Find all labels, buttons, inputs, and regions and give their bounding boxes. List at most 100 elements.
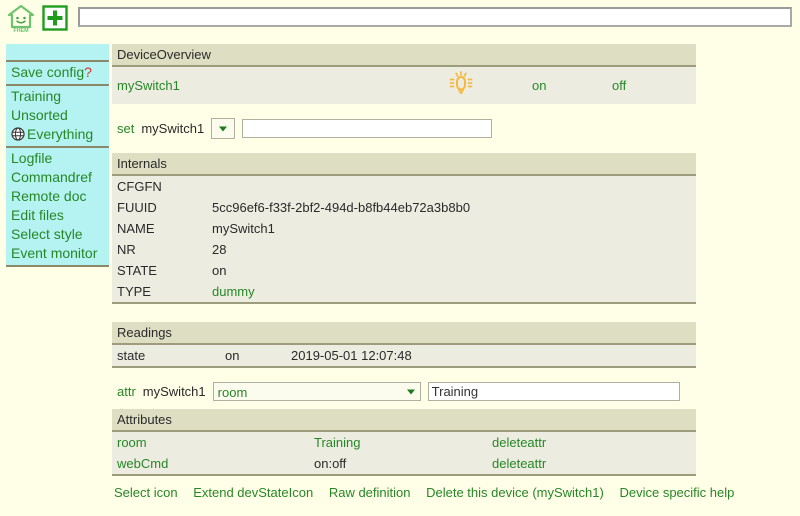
sidebar-item-label: Everything xyxy=(27,126,94,142)
delete-device-link[interactable]: Delete this device (mySwitch1) xyxy=(426,485,604,500)
light-bulb-on-icon[interactable] xyxy=(447,71,475,100)
fhem-logo-caption: FHEM xyxy=(13,28,29,33)
internals-type-link[interactable]: dummy xyxy=(212,284,255,299)
set-command-line: set mySwitch1 xyxy=(112,118,696,139)
webcmd-on-button[interactable]: on xyxy=(532,78,546,93)
attr-value-input[interactable] xyxy=(427,382,680,401)
internals-key: STATE xyxy=(112,260,207,281)
sidebar-item-event-monitor[interactable]: Event monitor xyxy=(6,244,109,263)
reading-value: on xyxy=(220,344,286,367)
fhem-house-smiley-icon: FHEM xyxy=(7,4,35,34)
attributes-header-row: Attributes xyxy=(112,409,697,432)
command-input[interactable] xyxy=(78,7,792,27)
attr-command-line: attr mySwitch1 room xyxy=(112,382,696,401)
plus-icon xyxy=(42,5,68,31)
sidebar-item-label: Edit files xyxy=(11,207,64,223)
attributes-title: Attributes xyxy=(112,409,697,432)
attr-device-name: mySwitch1 xyxy=(142,384,206,399)
attr-keyword: attr xyxy=(117,384,136,399)
sidebar-item-label: Event monitor xyxy=(11,245,98,261)
sidebar-item-edit-files[interactable]: Edit files xyxy=(6,206,109,225)
internals-value: dummy xyxy=(207,281,696,303)
extend-devstateicon-link[interactable]: Extend devStateIcon xyxy=(193,485,313,500)
readings-table: Readings state on 2019-05-01 12:07:48 xyxy=(112,322,696,368)
sidebar-item-select-style[interactable]: Select style xyxy=(6,225,109,244)
chevron-down-icon xyxy=(219,126,228,131)
sidebar-group-tools: Logfile Commandref Remote doc Edit files… xyxy=(6,148,109,265)
set-argument-input[interactable] xyxy=(242,119,493,138)
attr-name-select-value: room xyxy=(217,385,248,400)
sidebar-item-logfile[interactable]: Logfile xyxy=(6,149,109,168)
sidebar-item-save-config[interactable]: Save config? xyxy=(6,63,109,82)
table-row: FUUID 5cc96ef6-f33f-2bf2-494d-b8fb44eb72… xyxy=(112,197,696,218)
sidebar-item-label: Training xyxy=(11,88,62,104)
fhem-logo-link[interactable]: FHEM xyxy=(6,3,36,34)
internals-key: NR xyxy=(112,239,207,260)
sidebar-item-commandref[interactable]: Commandref xyxy=(6,168,109,187)
table-row: CFGFN xyxy=(112,175,696,197)
chevron-down-icon xyxy=(406,389,415,394)
reading-timestamp: 2019-05-01 12:07:48 xyxy=(286,344,696,367)
attribute-name-link[interactable]: room xyxy=(117,435,147,450)
table-row: NR 28 xyxy=(112,239,696,260)
device-specific-help-link[interactable]: Device specific help xyxy=(619,485,734,500)
sidebar-item-label: Commandref xyxy=(11,169,92,185)
sidebar-group-rooms: Training Unsorted Everything xyxy=(6,86,109,148)
table-row: webCmd on:off deleteattr xyxy=(112,453,697,475)
spacer-after-readings xyxy=(112,368,696,382)
attribute-name-link[interactable]: webCmd xyxy=(117,456,168,471)
table-row: STATE on xyxy=(112,260,696,281)
attribute-name-cell: webCmd xyxy=(112,453,309,475)
deleteattr-button[interactable]: deleteattr xyxy=(492,456,546,471)
sidebar-item-label: Select style xyxy=(11,226,83,242)
internals-value xyxy=(207,175,696,197)
sidebar-group-config: Save config? xyxy=(6,62,109,86)
save-config-help-icon[interactable]: ? xyxy=(84,64,92,80)
table-row: NAME mySwitch1 xyxy=(112,218,696,239)
webcmd-off-button[interactable]: off xyxy=(612,78,626,93)
internals-table: Internals CFGFN FUUID 5cc96ef6-f33f-2bf2… xyxy=(112,153,696,304)
sidebar-item-unsorted[interactable]: Unsorted xyxy=(6,106,109,125)
internals-key: CFGFN xyxy=(112,175,207,197)
attributes-table: Attributes room Training deleteattr webC… xyxy=(112,409,697,476)
attribute-action-cell: deleteattr xyxy=(487,431,697,453)
select-icon-link[interactable]: Select icon xyxy=(114,485,178,500)
internals-value: mySwitch1 xyxy=(207,218,696,239)
sidebar-item-label: Save config xyxy=(11,64,85,80)
sidebar-item-remote-doc[interactable]: Remote doc xyxy=(6,187,109,206)
set-command-select[interactable] xyxy=(211,118,236,139)
internals-title: Internals xyxy=(112,153,696,176)
table-row: TYPE dummy xyxy=(112,281,696,303)
device-actions-bar: Select icon Extend devStateIcon Raw defi… xyxy=(114,485,746,500)
reading-name: state xyxy=(112,344,220,367)
attribute-name-cell: room xyxy=(112,431,309,453)
main-content: DeviceOverview mySwitch1 on off set mySw… xyxy=(112,44,697,476)
sidebar-item-everything[interactable]: Everything xyxy=(6,125,109,144)
webcmd-off-cell: off xyxy=(607,66,697,104)
set-device-name: mySwitch1 xyxy=(141,121,205,136)
device-name-link[interactable]: mySwitch1 xyxy=(117,78,180,93)
top-bar: FHEM xyxy=(0,0,800,36)
attribute-value-link[interactable]: Training xyxy=(314,435,360,450)
attribute-value-cell: Training xyxy=(309,431,487,453)
sidebar-room-filter-box xyxy=(6,44,109,62)
sidebar-item-label: Logfile xyxy=(11,150,53,166)
device-state-icon-cell xyxy=(442,66,527,104)
attribute-action-cell: deleteattr xyxy=(487,453,697,475)
sidebar-item-label: Remote doc xyxy=(11,188,87,204)
device-name-cell: mySwitch1 xyxy=(112,66,442,104)
spacer-after-device-overview xyxy=(112,104,696,118)
attribute-value: on:off xyxy=(309,453,487,475)
spacer-before-readings xyxy=(112,304,696,322)
raw-definition-link[interactable]: Raw definition xyxy=(329,485,411,500)
table-row: room Training deleteattr xyxy=(112,431,697,453)
internals-value: on xyxy=(207,260,696,281)
sidebar-item-training[interactable]: Training xyxy=(6,87,109,106)
deleteattr-button[interactable]: deleteattr xyxy=(492,435,546,450)
add-device-button[interactable] xyxy=(42,5,68,31)
attr-name-select[interactable]: room xyxy=(212,382,421,401)
device-overview-header-row: DeviceOverview xyxy=(112,44,697,67)
sidebar-item-label: Unsorted xyxy=(11,107,68,123)
internals-key: NAME xyxy=(112,218,207,239)
internals-value: 5cc96ef6-f33f-2bf2-494d-b8fb44eb72a3b8b0 xyxy=(207,197,696,218)
